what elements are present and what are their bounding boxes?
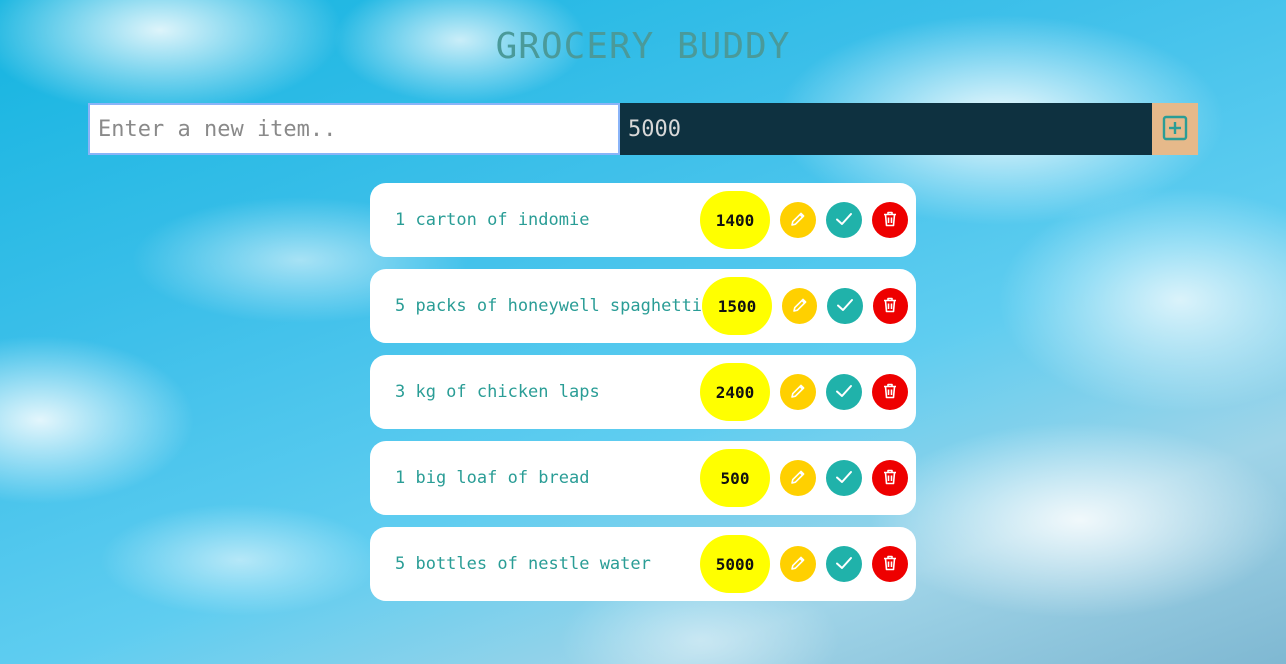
delete-button[interactable]: [872, 288, 908, 324]
item-name: 5 packs of honeywell spaghetti: [395, 296, 703, 316]
edit-button[interactable]: [780, 460, 816, 496]
done-button[interactable]: [826, 374, 862, 410]
item-name: 1 big loaf of bread: [395, 468, 590, 488]
item-price-badge: 1400: [700, 191, 770, 249]
check-icon: [834, 209, 854, 232]
pencil-icon: [791, 296, 809, 317]
item-price-badge: 1500: [702, 277, 773, 335]
item-price-badge: 2400: [700, 363, 770, 421]
edit-button[interactable]: [782, 288, 818, 324]
app-title: GROCERY BUDDY: [495, 26, 791, 67]
done-button[interactable]: [827, 288, 863, 324]
list-item: 5 packs of honeywell spaghetti 1500: [370, 269, 916, 343]
delete-button[interactable]: [872, 546, 908, 582]
trash-icon: [881, 296, 899, 317]
item-price-badge: 5000: [700, 535, 770, 593]
item-price-input[interactable]: [620, 103, 1152, 155]
list-item: 5 bottles of nestle water 5000: [370, 527, 916, 601]
item-name: 3 kg of chicken laps: [395, 382, 600, 402]
trash-icon: [881, 554, 899, 575]
item-name-input[interactable]: [88, 103, 620, 155]
check-icon: [834, 381, 854, 404]
pencil-icon: [789, 382, 807, 403]
item-name: 1 carton of indomie: [395, 210, 590, 230]
done-button[interactable]: [826, 546, 862, 582]
edit-button[interactable]: [780, 202, 816, 238]
add-item-form: [88, 103, 1198, 155]
done-button[interactable]: [826, 460, 862, 496]
delete-button[interactable]: [872, 460, 908, 496]
delete-button[interactable]: [872, 374, 908, 410]
item-price-badge: 500: [700, 449, 770, 507]
add-item-button[interactable]: [1152, 103, 1198, 155]
edit-button[interactable]: [780, 374, 816, 410]
pencil-icon: [789, 210, 807, 231]
pencil-icon: [789, 468, 807, 489]
check-icon: [834, 467, 854, 490]
item-name: 5 bottles of nestle water: [395, 554, 651, 574]
list-item: 1 carton of indomie 1400: [370, 183, 916, 257]
pencil-icon: [789, 554, 807, 575]
trash-icon: [881, 382, 899, 403]
list-item: 3 kg of chicken laps 2400: [370, 355, 916, 429]
done-button[interactable]: [826, 202, 862, 238]
delete-button[interactable]: [872, 202, 908, 238]
plus-square-icon: [1162, 115, 1188, 144]
trash-icon: [881, 210, 899, 231]
edit-button[interactable]: [780, 546, 816, 582]
trash-icon: [881, 468, 899, 489]
list-item: 1 big loaf of bread 500: [370, 441, 916, 515]
check-icon: [835, 295, 855, 318]
grocery-list: 1 carton of indomie 1400 5 packs of hone…: [370, 183, 916, 613]
check-icon: [834, 553, 854, 576]
